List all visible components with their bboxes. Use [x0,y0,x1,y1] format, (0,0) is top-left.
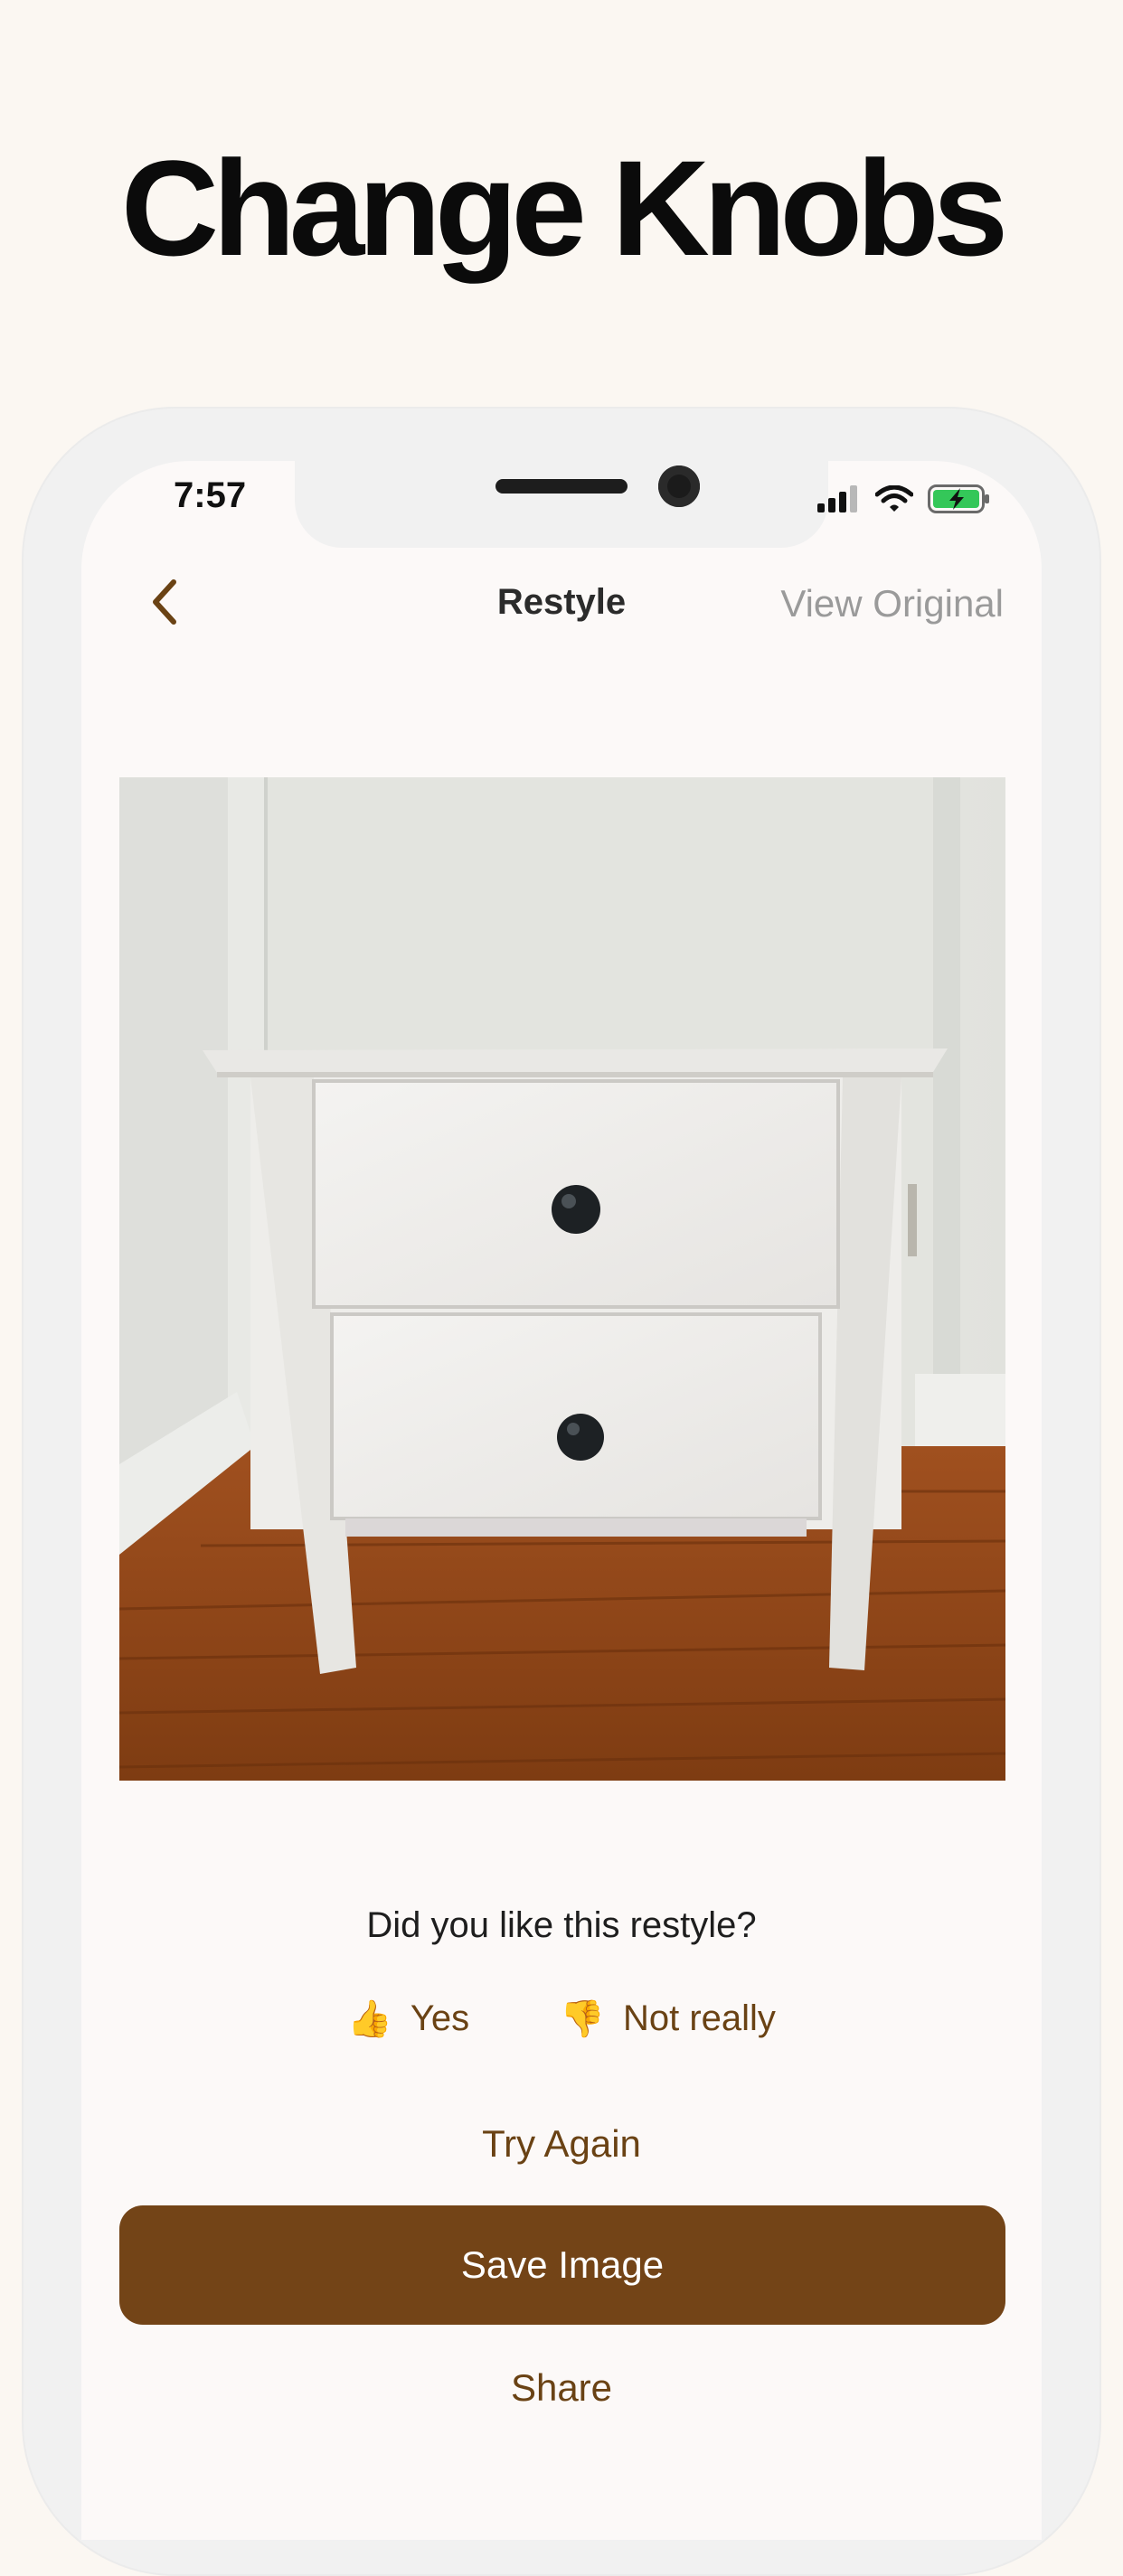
dynamic-island [295,461,828,548]
restyled-photo [119,777,1005,1781]
page-headline: Change Knobs [120,132,1008,284]
not-really-label: Not really [622,1998,776,2038]
yes-button[interactable]: 👍 Yes [347,1998,469,2040]
yes-label: Yes [410,1998,470,2038]
not-really-button[interactable]: 👎 Not really [560,1998,776,2040]
share-button[interactable]: Share [81,2366,1042,2410]
cellular-signal-icon [817,485,857,512]
thumbs-down-icon: 👎 [560,1999,605,2039]
nightstand-image [119,777,1005,1781]
thumbs-up-icon: 👍 [347,1999,392,2039]
wifi-icon [875,485,913,512]
status-icons [817,484,991,513]
feedback-question: Did you like this restyle? [366,1905,757,1945]
status-time: 7:57 [174,475,247,515]
view-original-button[interactable]: View Original [780,582,1004,625]
app-screen: 7:57 Restyle View Original Did you like … [81,461,1042,2540]
feedback-options: 👍 Yes 👎 Not really [81,1998,1042,2040]
battery-charging-icon [928,484,989,513]
speaker-grille [495,479,628,494]
save-image-button[interactable]: Save Image [119,2205,1005,2325]
try-again-button[interactable]: Try Again [81,2122,1042,2166]
front-camera [658,465,700,507]
